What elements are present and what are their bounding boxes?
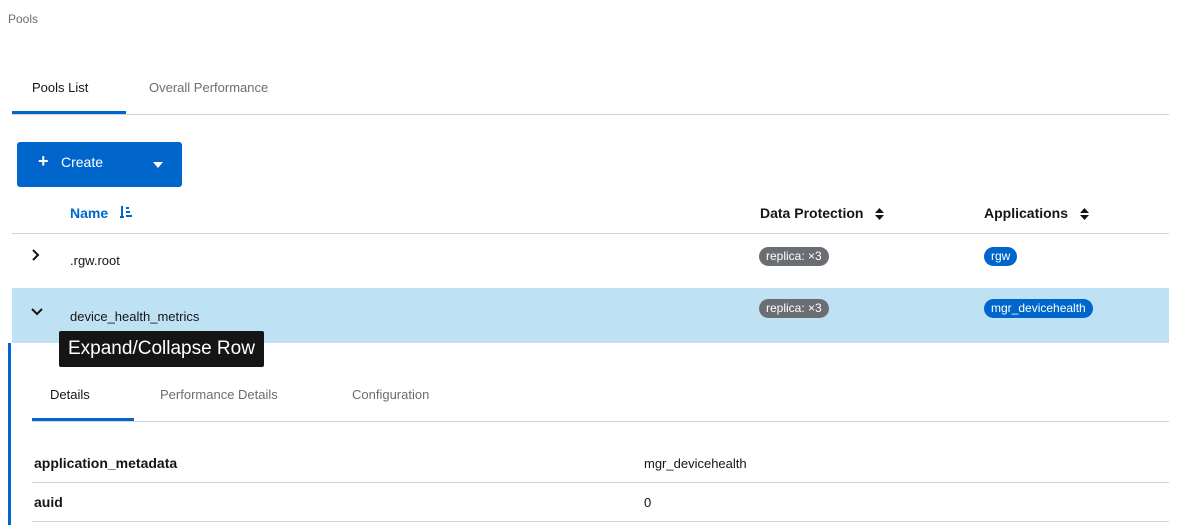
active-detail-tab-indicator — [32, 418, 134, 421]
table-row[interactable]: .rgw.root replica: ×3 rgw — [12, 234, 1169, 289]
detail-row: application_metadata mgr_devicehealth — [32, 444, 1169, 483]
column-header-name[interactable]: Name — [70, 205, 133, 223]
application-badge: mgr_devicehealth — [984, 299, 1093, 318]
detail-key: auid — [34, 494, 63, 510]
tab-configuration[interactable]: Configuration — [352, 387, 429, 402]
column-header-data-protection-label: Data Protection — [760, 205, 864, 221]
sort-icon — [1079, 207, 1089, 221]
column-header-applications-label: Applications — [984, 205, 1069, 221]
detail-row: auid 0 — [32, 483, 1169, 522]
chevron-down-icon[interactable] — [31, 304, 43, 320]
active-tab-indicator — [12, 111, 126, 114]
application-badge: rgw — [984, 247, 1018, 266]
column-header-name-label: Name — [70, 205, 109, 221]
breadcrumb: Pools — [8, 12, 39, 26]
column-header-data-protection[interactable]: Data Protection — [760, 205, 885, 221]
detail-value: mgr_devicehealth — [644, 456, 747, 471]
detail-tabs: Details Performance Details Configuratio… — [32, 377, 1169, 422]
chevron-down-icon[interactable] — [153, 162, 163, 168]
detail-value: 0 — [644, 495, 652, 510]
expanded-row-indicator — [8, 343, 11, 525]
pool-name: .rgw.root — [70, 253, 120, 268]
tooltip: Expand/Collapse Row — [59, 331, 264, 367]
sort-icon — [875, 207, 885, 221]
tab-details[interactable]: Details — [50, 387, 90, 402]
pool-name: device_health_metrics — [70, 309, 200, 324]
detail-key: application_metadata — [34, 455, 178, 471]
column-header-applications[interactable]: Applications — [984, 205, 1089, 221]
chevron-right-icon[interactable] — [31, 248, 41, 264]
tab-pools-list[interactable]: Pools List — [32, 80, 88, 95]
plus-icon: + — [38, 151, 49, 171]
tab-overall-performance[interactable]: Overall Performance — [149, 80, 268, 95]
create-label: Create — [61, 154, 104, 170]
data-protection-badge: replica: ×3 — [759, 247, 829, 266]
data-protection-badge: replica: ×3 — [759, 299, 829, 318]
tab-performance-details[interactable]: Performance Details — [160, 387, 278, 402]
create-button[interactable]: + Create — [17, 142, 182, 187]
main-tabs: Pools List Overall Performance — [12, 70, 1169, 115]
sort-ascending-icon — [120, 205, 133, 223]
